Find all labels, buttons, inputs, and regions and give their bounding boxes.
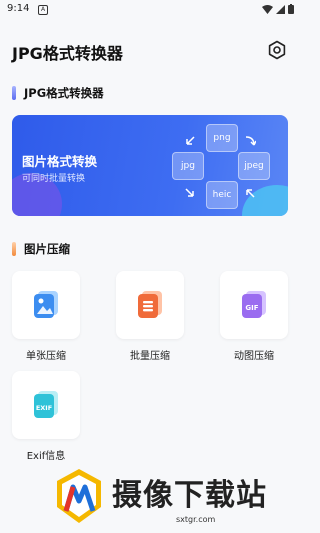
arrow-icon [245, 136, 256, 146]
wifi-icon [262, 4, 273, 14]
batch-image-icon [138, 291, 162, 318]
arrow-icon [185, 188, 194, 197]
battery-icon [288, 4, 294, 14]
format-chip-jpeg: jpeg [238, 152, 270, 180]
watermark-text: 摄像下载站 [112, 478, 267, 513]
tool-label: Exif信息 [26, 451, 66, 462]
format-chip-jpg: jpg [172, 152, 204, 180]
tool-gif-compress[interactable]: GIF [220, 271, 288, 339]
gif-badge: GIF [245, 304, 258, 312]
section-header-compress: 图片压缩 [12, 240, 70, 258]
gif-icon: GIF [242, 291, 266, 318]
exif-badge: EXIF [36, 404, 52, 412]
section-header-converter: JPG格式转换器 [12, 84, 104, 102]
watermark-url: sxtgr.com [176, 515, 216, 524]
single-image-icon [34, 291, 58, 318]
arrow-icon [186, 136, 195, 145]
section-title: 图片压缩 [24, 242, 70, 256]
tool-exif-info[interactable]: EXIF [12, 371, 80, 439]
section-accent-bar [12, 242, 16, 256]
tool-label: 动图压缩 [234, 351, 274, 362]
banner-subtitle: 可同时批量转换 [22, 174, 86, 184]
format-chip-png: png [206, 124, 238, 152]
app-bar: JPG格式转换器 [0, 28, 300, 72]
status-time: 9:14 [7, 3, 30, 14]
notification-a-icon: A [38, 5, 48, 15]
section-accent-bar [12, 86, 16, 100]
banner-title: 图片格式转换 [22, 154, 98, 169]
arrow-icon [246, 189, 255, 198]
tool-label: 批量压缩 [130, 351, 170, 362]
tool-single-compress[interactable] [12, 271, 80, 339]
tool-batch-compress[interactable] [116, 271, 184, 339]
tool-label: 单张压缩 [26, 351, 66, 362]
settings-gear-icon[interactable] [267, 40, 287, 60]
format-convert-banner[interactable]: 图片格式转换 可同时批量转换 png jpg jpeg heic [12, 115, 288, 216]
signal-icon [276, 4, 285, 14]
watermark-logo [57, 469, 101, 523]
format-chip-heic: heic [206, 181, 238, 209]
page-title: JPG格式转换器 [12, 44, 123, 63]
status-bar: 9:14 A [0, 0, 300, 20]
status-icons [262, 4, 294, 14]
exif-icon: EXIF [34, 391, 58, 418]
section-title: JPG格式转换器 [24, 86, 104, 100]
